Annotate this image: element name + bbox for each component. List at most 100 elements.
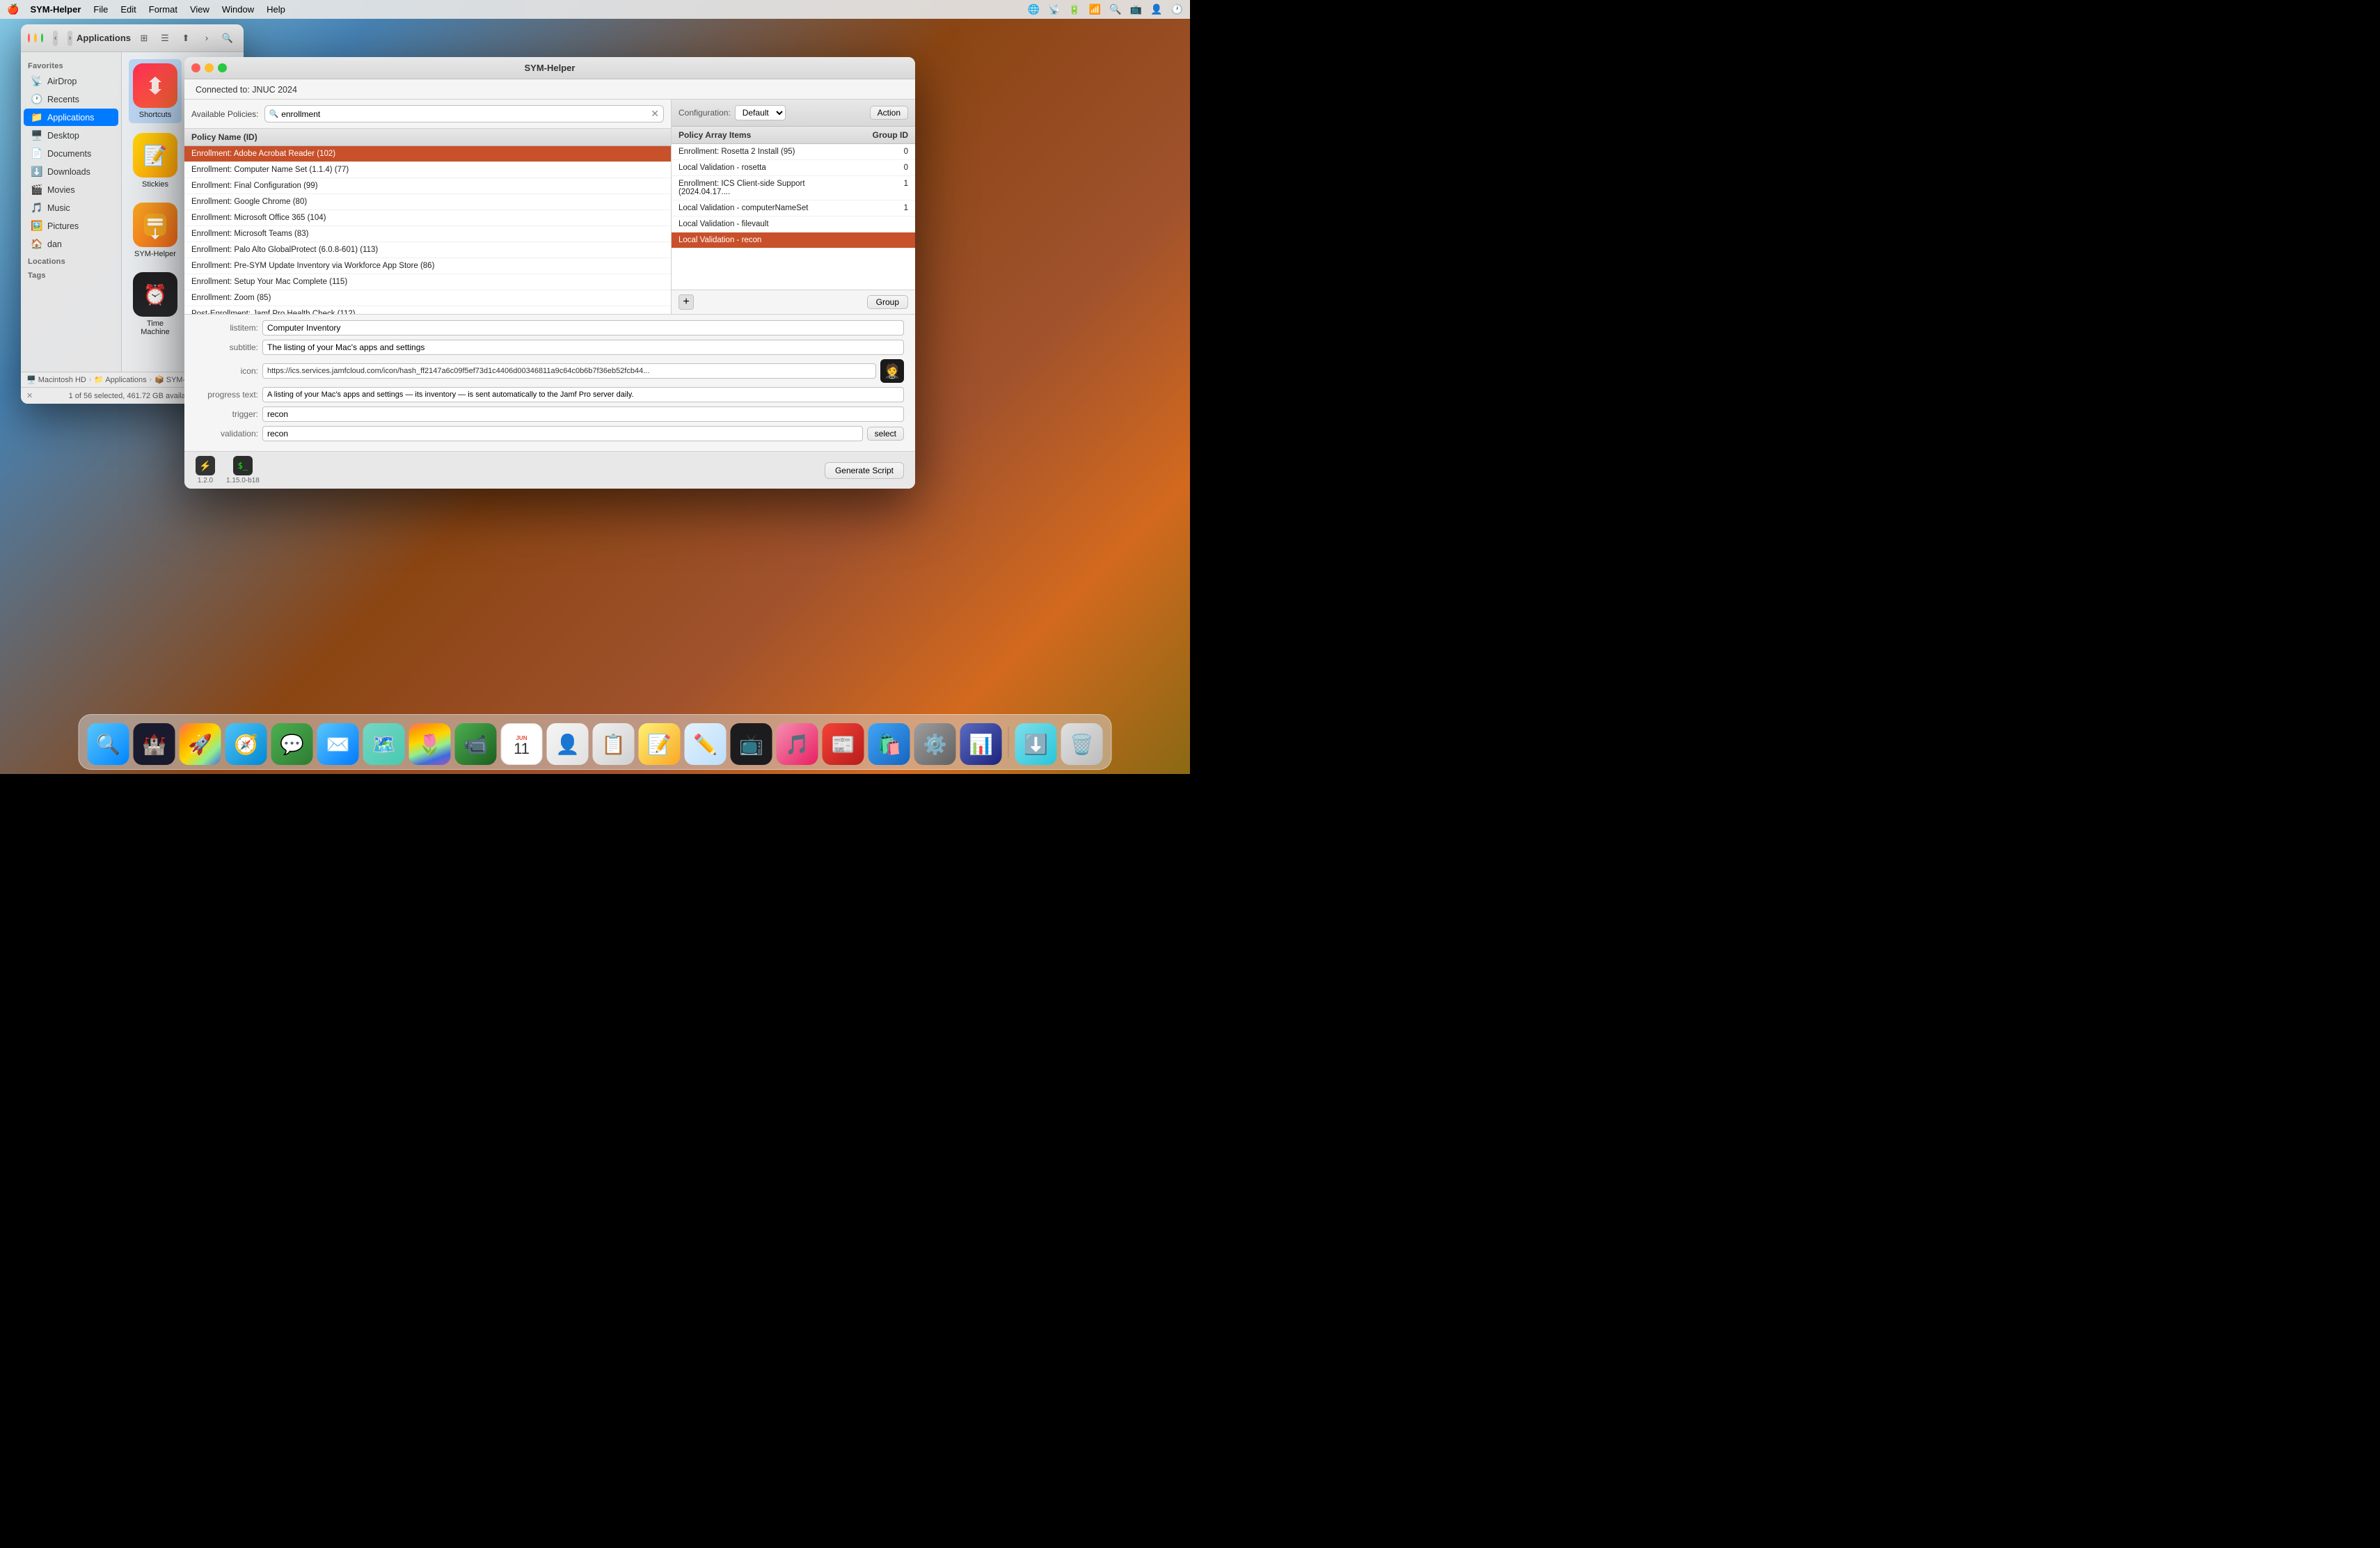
- policy-row-8[interactable]: Enrollment: Setup Your Mac Complete (115…: [184, 274, 671, 290]
- finder-forward-button[interactable]: ›: [68, 31, 72, 46]
- sidebar-item-desktop[interactable]: 🖥️ Desktop: [24, 127, 118, 144]
- sym-search-clear-button[interactable]: ✕: [651, 108, 659, 120]
- array-row-4[interactable]: Local Validation - filevault: [672, 216, 915, 232]
- dock-finder[interactable]: 🔍: [88, 723, 129, 765]
- array-row-3[interactable]: Local Validation - computerNameSet 1: [672, 200, 915, 216]
- sym-subtitle-input[interactable]: [262, 340, 904, 355]
- menubar-help[interactable]: Help: [261, 3, 291, 16]
- sym-listitem-input[interactable]: [262, 320, 904, 335]
- sym-search-input[interactable]: [281, 109, 648, 119]
- dock-downloads[interactable]: ⬇️: [1015, 723, 1057, 765]
- sym-maximize-button[interactable]: [218, 63, 227, 72]
- path-macintosh-hd[interactable]: 🖥️ Macintosh HD: [26, 375, 86, 384]
- dock-appletv[interactable]: 📺: [731, 723, 772, 765]
- array-row-2[interactable]: Enrollment: ICS Client-side Support (202…: [672, 176, 915, 200]
- array-row-5[interactable]: Local Validation - recon: [672, 232, 915, 248]
- dock-messages[interactable]: 💬: [271, 723, 313, 765]
- sym-add-item-button[interactable]: +: [679, 294, 694, 310]
- policy-row-7[interactable]: Enrollment: Pre-SYM Update Inventory via…: [184, 258, 671, 274]
- apple-menu-icon[interactable]: 🍎: [7, 3, 19, 15]
- dock-appstore[interactable]: 🛍️: [868, 723, 910, 765]
- window-close-button[interactable]: [28, 33, 30, 42]
- dock-safari[interactable]: 🧭: [225, 723, 267, 765]
- menubar-wifi-icon[interactable]: 📶: [1089, 3, 1101, 15]
- finder-app-sym-helper[interactable]: SYM-Helper: [129, 198, 182, 262]
- finder-app-stickies[interactable]: 📝 Stickies: [129, 129, 182, 193]
- dock-calendar[interactable]: JUN 11: [501, 723, 543, 765]
- dock-launchpad[interactable]: 🚀: [180, 723, 221, 765]
- menubar-view[interactable]: View: [184, 3, 215, 16]
- path-applications[interactable]: 📁 Applications: [94, 375, 146, 384]
- sym-group-button[interactable]: Group: [867, 295, 908, 309]
- policy-row-3[interactable]: Enrollment: Google Chrome (80): [184, 194, 671, 210]
- dock-trash[interactable]: 🗑️: [1061, 723, 1103, 765]
- menubar-format[interactable]: Format: [143, 3, 183, 16]
- dock-keynote[interactable]: 📊: [960, 723, 1002, 765]
- menubar-globe-icon[interactable]: 🌐: [1028, 3, 1040, 15]
- sidebar-item-documents[interactable]: 📄 Documents: [24, 145, 118, 162]
- menubar-app-name[interactable]: SYM-Helper: [24, 3, 86, 16]
- sidebar-item-pictures[interactable]: 🖼️ Pictures: [24, 217, 118, 235]
- dock-contacts[interactable]: 👤: [547, 723, 589, 765]
- dock-facetime[interactable]: 📹: [455, 723, 497, 765]
- policy-row-9[interactable]: Enrollment: Zoom (85): [184, 290, 671, 306]
- menubar-file[interactable]: File: [88, 3, 113, 16]
- view-icon-grid[interactable]: ⊞: [135, 31, 153, 46]
- sidebar-item-downloads[interactable]: ⬇️ Downloads: [24, 163, 118, 180]
- dock-reminders[interactable]: 📋: [593, 723, 635, 765]
- menubar-edit[interactable]: Edit: [115, 3, 141, 16]
- menubar-screen-icon[interactable]: 📺: [1130, 3, 1142, 15]
- policy-row-10[interactable]: Post-Enrollment: Jamf Pro Health Check (…: [184, 306, 671, 314]
- sym-generate-script-button[interactable]: Generate Script: [825, 462, 904, 479]
- sym-config-select[interactable]: Default: [735, 105, 786, 120]
- window-maximize-button[interactable]: [41, 33, 43, 42]
- share-icon[interactable]: ⬆: [177, 31, 195, 46]
- sym-icon-preview-btn[interactable]: 🤵: [880, 359, 904, 383]
- sym-icon-input[interactable]: [262, 363, 876, 379]
- menubar-user-icon[interactable]: 👤: [1150, 3, 1162, 15]
- policy-row-2[interactable]: Enrollment: Final Configuration (99): [184, 178, 671, 194]
- dock-photos[interactable]: 🌷: [409, 723, 451, 765]
- sidebar-item-applications[interactable]: 📁 Applications: [24, 109, 118, 126]
- sym-close-button[interactable]: [191, 63, 200, 72]
- dock-maps[interactable]: 🗺️: [363, 723, 405, 765]
- sym-validation-input[interactable]: [262, 426, 863, 441]
- search-icon[interactable]: 🔍: [219, 31, 237, 46]
- menubar-network-icon[interactable]: 📡: [1048, 3, 1060, 15]
- array-row-0[interactable]: Enrollment: Rosetta 2 Install (95) 0: [672, 144, 915, 160]
- finder-back-button[interactable]: ‹: [53, 31, 58, 46]
- dock-music[interactable]: 🎵: [777, 723, 818, 765]
- array-row-1[interactable]: Local Validation - rosetta 0: [672, 160, 915, 176]
- sidebar-item-airdrop[interactable]: 📡 AirDrop: [24, 72, 118, 90]
- menubar-search-icon[interactable]: 🔍: [1109, 3, 1121, 15]
- sidebar-item-dan[interactable]: 🏠 dan: [24, 235, 118, 253]
- sidebar-item-recents[interactable]: 🕐 Recents: [24, 90, 118, 108]
- dock-castle[interactable]: 🏰: [134, 723, 175, 765]
- policy-row-6[interactable]: Enrollment: Palo Alto GlobalProtect (6.0…: [184, 242, 671, 258]
- more-icon[interactable]: ›: [198, 31, 216, 46]
- statusbar-close-btn[interactable]: ✕: [26, 391, 33, 400]
- menubar-window[interactable]: Window: [216, 3, 260, 16]
- dock-news[interactable]: 📰: [823, 723, 864, 765]
- sym-array-header: Policy Array Items Group ID: [672, 127, 915, 144]
- dock-notes[interactable]: 📝: [639, 723, 681, 765]
- sidebar-item-music[interactable]: 🎵 Music: [24, 199, 118, 216]
- menubar-battery-icon[interactable]: 🔋: [1068, 3, 1080, 15]
- policy-row-5[interactable]: Enrollment: Microsoft Teams (83): [184, 226, 671, 242]
- sym-minimize-button[interactable]: [205, 63, 214, 72]
- policy-row-0[interactable]: Enrollment: Adobe Acrobat Reader (102): [184, 146, 671, 162]
- dock-systemprefs[interactable]: ⚙️: [914, 723, 956, 765]
- policy-row-4[interactable]: Enrollment: Microsoft Office 365 (104): [184, 210, 671, 226]
- sym-action-button[interactable]: Action: [870, 106, 908, 120]
- sym-validation-select-button[interactable]: select: [867, 427, 904, 441]
- policy-row-1[interactable]: Enrollment: Computer Name Set (1.1.4) (7…: [184, 162, 671, 178]
- dock-freeform[interactable]: ✏️: [685, 723, 727, 765]
- sym-progress-input[interactable]: [262, 387, 904, 402]
- window-minimize-button[interactable]: [34, 33, 36, 42]
- finder-app-shortcuts[interactable]: Shortcuts: [129, 59, 182, 123]
- finder-app-timemachine[interactable]: ⏰ Time Machine: [129, 268, 182, 340]
- sidebar-item-movies[interactable]: 🎬 Movies: [24, 181, 118, 198]
- sym-trigger-input[interactable]: [262, 406, 904, 422]
- dock-mail[interactable]: ✉️: [317, 723, 359, 765]
- view-icon-list[interactable]: ☰: [156, 31, 174, 46]
